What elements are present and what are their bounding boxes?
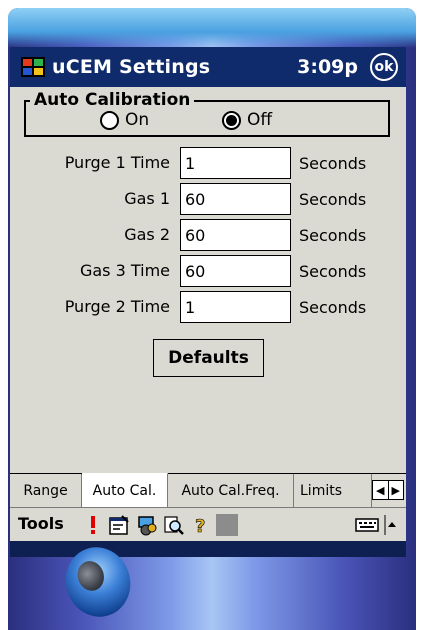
properties-icon[interactable] — [108, 514, 130, 536]
search-icon[interactable] — [163, 514, 185, 536]
radio-off-label: Off — [247, 110, 273, 130]
arrow-left-icon[interactable]: ◀ — [373, 481, 388, 499]
tools-menu[interactable]: Tools — [18, 514, 64, 533]
field-row-gas-1: Gas 1 Seconds — [10, 183, 406, 215]
purge-1-time-input[interactable] — [180, 147, 291, 179]
field-unit: Seconds — [299, 262, 367, 281]
auto-calibration-group: Auto Calibration On Off — [24, 90, 390, 137]
radio-off[interactable]: Off — [222, 110, 272, 130]
arrow-right-icon[interactable]: ▶ — [387, 481, 404, 499]
tab-limits[interactable]: Limits — [294, 474, 372, 507]
field-row-purge-2-time: Purge 2 Time Seconds — [10, 291, 406, 323]
defaults-button[interactable]: Defaults — [153, 339, 264, 377]
field-label: Gas 1 — [124, 189, 170, 208]
radio-on[interactable]: On — [100, 110, 149, 130]
radio-on-label: On — [125, 110, 150, 130]
field-row-gas-3-time: Gas 3 Time Seconds — [10, 255, 406, 287]
gas-2-input[interactable] — [180, 219, 291, 251]
title-bar: uCEM Settings 3:09p ok — [10, 47, 406, 87]
menu-bar: Tools ? — [10, 507, 406, 541]
auto-calibration-legend: Auto Calibration — [30, 90, 195, 110]
tab-scroll-buttons: ◀ ▶ — [372, 480, 404, 500]
field-row-gas-2: Gas 2 Seconds — [10, 219, 406, 251]
field-unit: Seconds — [299, 190, 367, 209]
radio-on-indicator[interactable] — [100, 110, 119, 130]
screen-bottom-edge — [10, 541, 406, 557]
keyboard-icon[interactable] — [354, 514, 380, 536]
network-icon[interactable] — [136, 514, 158, 536]
up-arrow-icon[interactable] — [384, 514, 398, 536]
field-label: Gas 3 Time — [79, 261, 170, 280]
square-icon[interactable] — [216, 514, 238, 536]
device-screen: uCEM Settings 3:09p ok Auto Calibration … — [10, 47, 406, 557]
purge-2-time-input[interactable] — [180, 291, 291, 323]
tab-auto-cal-freq[interactable]: Auto Cal.Freq. — [168, 474, 294, 507]
field-unit: Seconds — [299, 298, 367, 317]
field-label: Gas 2 — [124, 225, 170, 244]
svg-text:?: ? — [195, 516, 205, 536]
exclamation-icon[interactable] — [82, 514, 104, 536]
tab-strip: Range Auto Cal. Auto Cal.Freq. Limits ◀ … — [10, 473, 406, 507]
tab-auto-cal[interactable]: Auto Cal. — [82, 473, 168, 507]
help-icon[interactable]: ? — [190, 514, 212, 538]
gas-3-time-input[interactable] — [180, 255, 291, 287]
tab-range[interactable]: Range — [10, 474, 82, 507]
field-label: Purge 2 Time — [64, 297, 170, 316]
field-unit: Seconds — [299, 154, 367, 173]
ok-button[interactable]: ok — [370, 53, 398, 81]
settings-panel: Auto Calibration On Off Purge 1 Time Sec… — [10, 87, 406, 473]
windows-flag-icon[interactable] — [20, 55, 46, 79]
field-row-purge-1-time: Purge 1 Time Seconds — [10, 147, 406, 179]
field-label: Purge 1 Time — [64, 153, 170, 172]
field-unit: Seconds — [299, 226, 367, 245]
clock[interactable]: 3:09p — [297, 56, 358, 78]
radio-off-indicator[interactable] — [222, 110, 241, 130]
gas-1-input[interactable] — [180, 183, 291, 215]
app-title: uCEM Settings — [52, 56, 211, 78]
